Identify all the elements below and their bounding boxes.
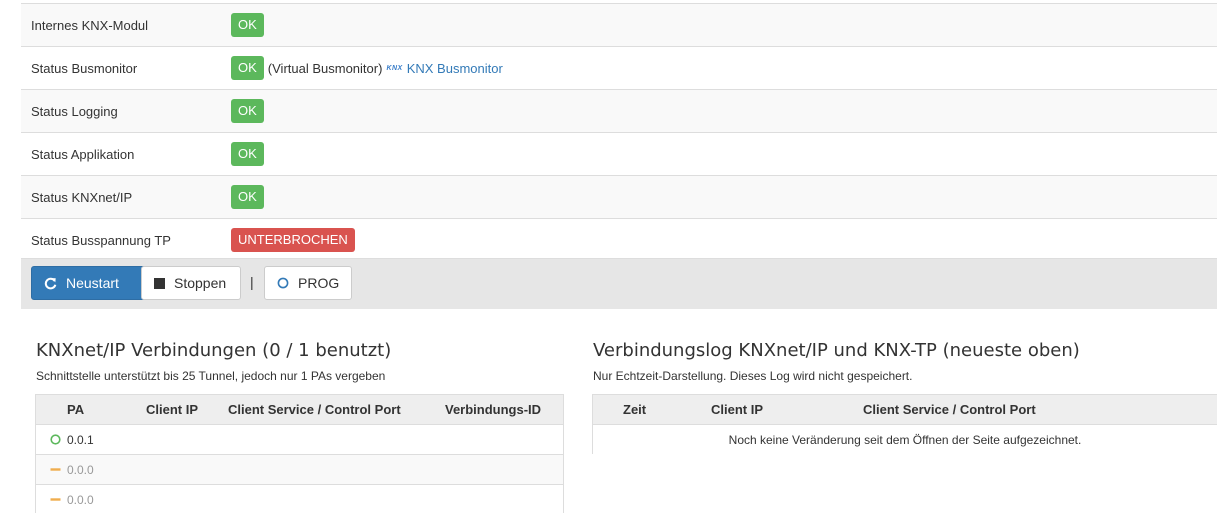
status-row-knxnet-ip: Status KNXnet/IP OK [21, 175, 1217, 218]
status-badge: OK [231, 56, 264, 80]
column-header-time[interactable]: Zeit [623, 402, 646, 417]
stop-label: Stoppen [174, 275, 227, 291]
restart-label: Neustart [66, 275, 119, 291]
log-empty-message: Noch keine Veränderung seit dem Öffnen d… [728, 432, 1082, 447]
status-label: Internes KNX-Modul [31, 17, 149, 33]
knx-busmonitor-link[interactable]: KNX Busmonitor [407, 61, 503, 76]
column-header-connection-id[interactable]: Verbindungs-ID [445, 402, 541, 417]
column-header-pa[interactable]: PA [67, 402, 84, 417]
circle-outline-icon [277, 277, 289, 289]
log-title: Verbindungslog KNXnet/IP und KNX-TP (neu… [593, 340, 1080, 361]
stop-button[interactable]: Stoppen [141, 266, 241, 300]
circle-active-icon [49, 434, 61, 445]
control-toolbar: Neustart Stoppen | PROG [21, 258, 1217, 309]
status-badge: OK [231, 13, 264, 37]
column-header-client-ip[interactable]: Client IP [711, 402, 763, 417]
status-label: Status Applikation [31, 146, 135, 162]
busmonitor-mode-text: (Virtual Busmonitor) [267, 60, 383, 76]
status-row-bus-voltage: Status Busspannung TP UNTERBROCHEN [21, 218, 1217, 261]
prog-label: PROG [298, 275, 340, 291]
table-row: 0.0.0 [36, 455, 563, 485]
status-label: Status Busmonitor [31, 60, 138, 76]
status-row-busmonitor: Status Busmonitor OK (Virtual Busmonitor… [21, 46, 1217, 89]
status-row-application: Status Applikation OK [21, 132, 1217, 175]
connections-table-body: 0.0.1 0.0.0 0.0.0 [36, 425, 563, 514]
status-badge: OK [231, 142, 264, 166]
table-row: 0.0.0 [36, 485, 563, 514]
status-badge: OK [231, 99, 264, 123]
dash-idle-icon [49, 494, 61, 505]
status-label: Status Busspannung TP [31, 232, 171, 248]
status-badge: OK [231, 185, 264, 209]
log-table: Zeit Client IP Client Service / Control … [592, 394, 1217, 454]
connections-table-header: PA Client IP Client Service / Control Po… [36, 395, 563, 425]
toolbar-separator: | [250, 274, 254, 290]
column-header-client-service[interactable]: Client Service / Control Port [863, 402, 1036, 417]
log-subtitle: Nur Echtzeit-Darstellung. Dieses Log wir… [593, 369, 913, 383]
pa-value: 0.0.0 [67, 492, 94, 507]
table-row: Noch keine Veränderung seit dem Öffnen d… [593, 425, 1217, 454]
restart-button[interactable]: Neustart [31, 266, 146, 300]
status-table: Internes KNX-Modul OK Status Busmonitor … [21, 3, 1217, 261]
column-header-client-ip[interactable]: Client IP [146, 402, 198, 417]
status-badge: UNTERBROCHEN [231, 228, 355, 252]
dash-idle-icon [49, 464, 61, 475]
status-label: Status Logging [31, 103, 118, 119]
connections-subtitle: Schnittstelle unterstützt bis 25 Tunnel,… [36, 369, 386, 383]
table-row: 0.0.1 [36, 425, 563, 455]
status-label: Status KNXnet/IP [31, 189, 133, 205]
refresh-icon [44, 277, 57, 290]
log-table-header: Zeit Client IP Client Service / Control … [593, 395, 1217, 425]
column-header-client-service[interactable]: Client Service / Control Port [228, 402, 401, 417]
status-row-internal-module: Internes KNX-Modul OK [21, 3, 1217, 46]
connections-table: PA Client IP Client Service / Control Po… [35, 394, 564, 514]
stop-icon [154, 277, 165, 289]
pa-value: 0.0.0 [67, 462, 94, 477]
status-row-logging: Status Logging OK [21, 89, 1217, 132]
connections-title: KNXnet/IP Verbindungen (0 / 1 benutzt) [36, 340, 392, 361]
knx-logo-icon: KNX [386, 64, 403, 72]
pa-value: 0.0.1 [67, 432, 94, 447]
prog-button[interactable]: PROG [264, 266, 352, 300]
